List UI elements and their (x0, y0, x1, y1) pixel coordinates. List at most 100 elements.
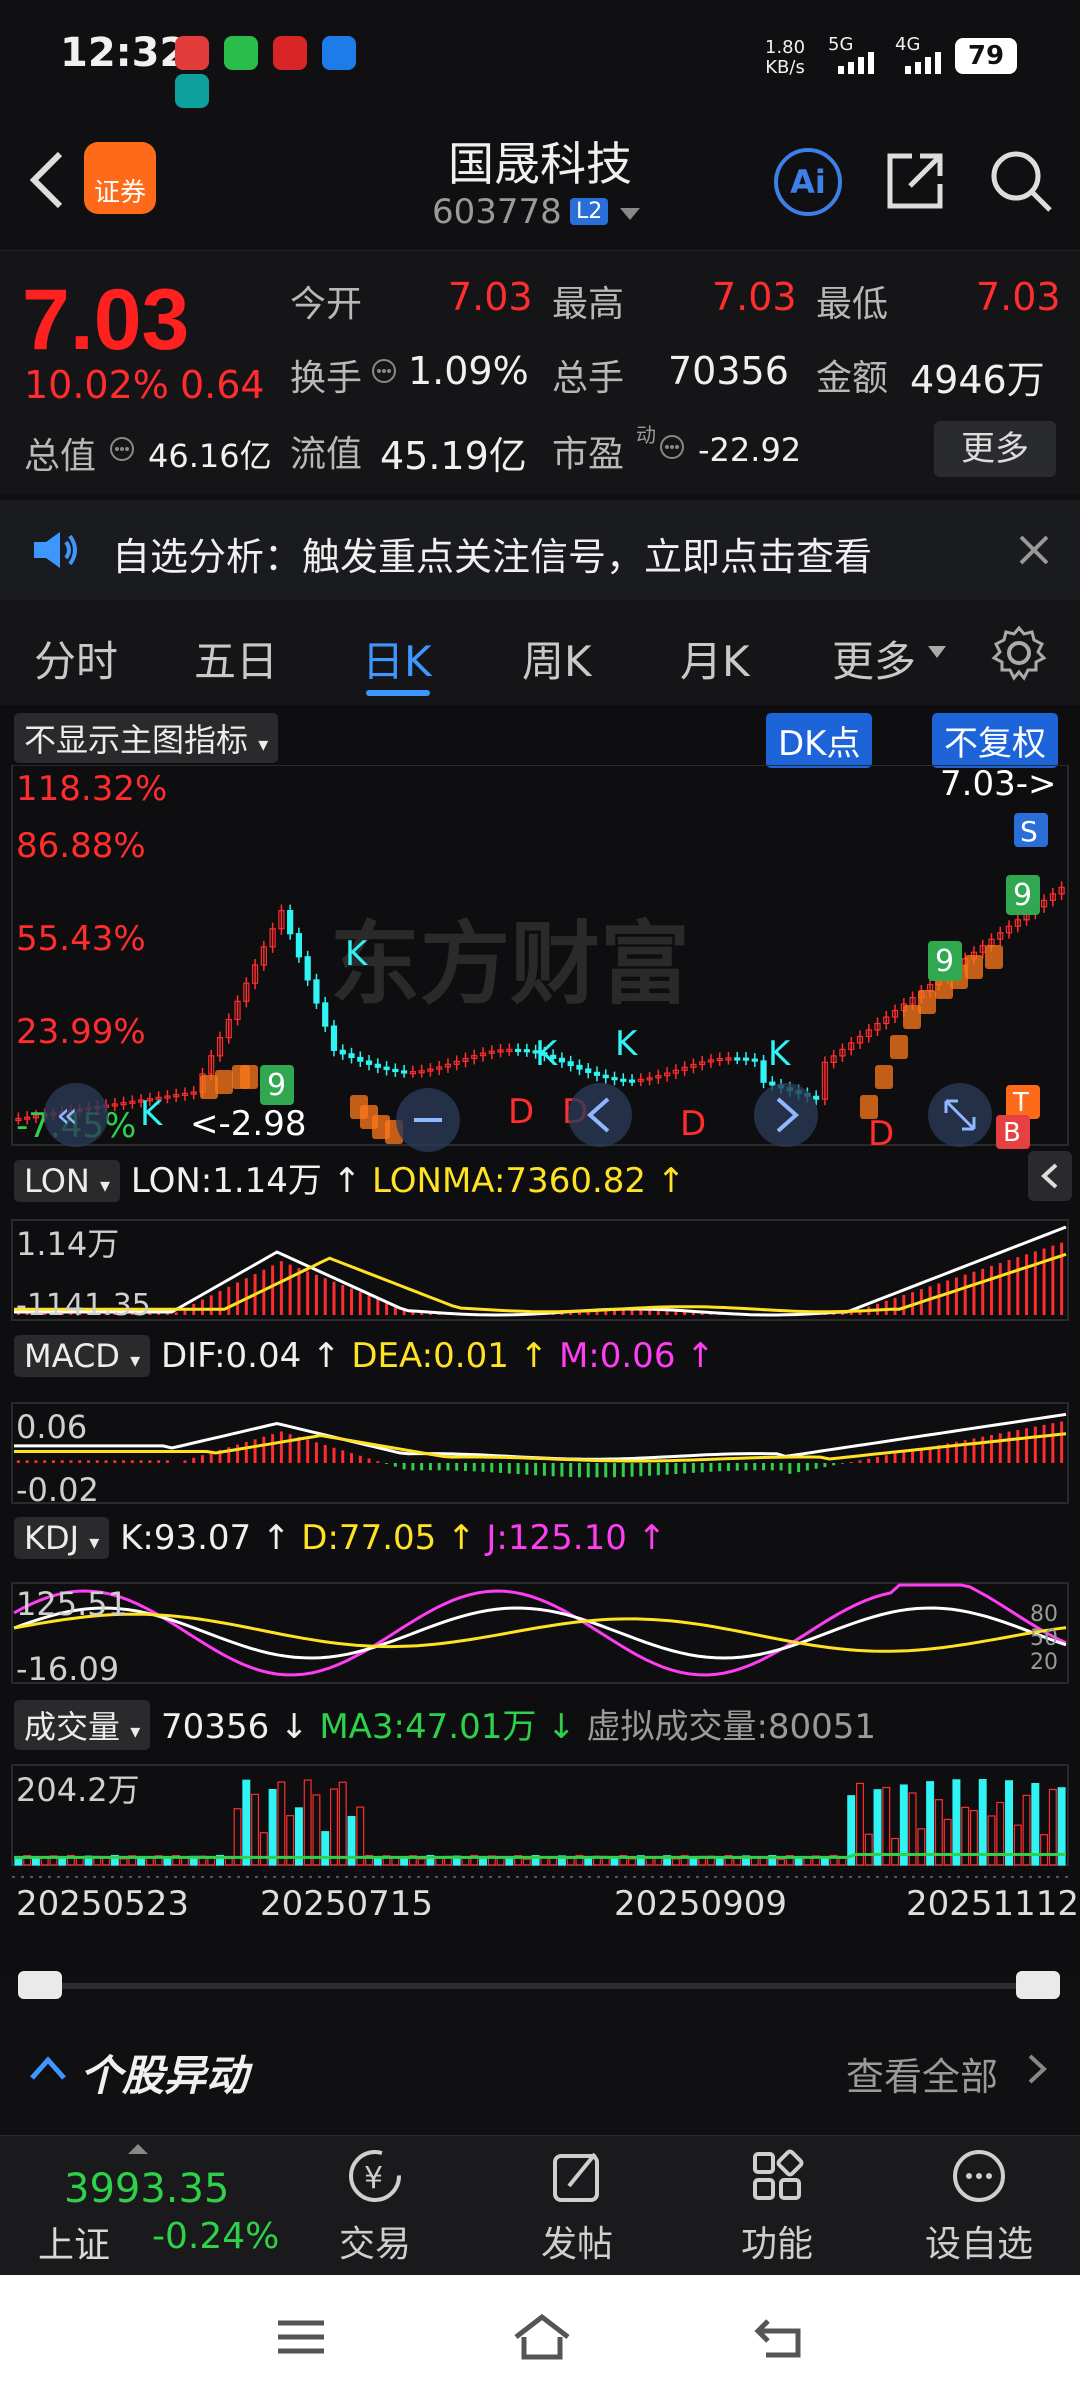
current-price: 7.03 (22, 272, 190, 368)
candle-body (401, 1070, 408, 1074)
volume-bar (969, 1809, 978, 1866)
back-nav-icon[interactable] (754, 2315, 808, 2361)
volume-bar (259, 1832, 268, 1866)
code-dropdown-icon[interactable] (620, 208, 640, 222)
volume-bar (207, 1857, 216, 1866)
candle-body (628, 1079, 636, 1083)
stock-movement-section[interactable]: 个股异动 查看全部 (0, 2020, 1080, 2120)
lon-ma-value: LONMA:7360.82 (372, 1161, 647, 1201)
trade-icon: ¥ (349, 2150, 401, 2202)
more-dropdown-icon[interactable] (928, 646, 946, 660)
vol-select[interactable]: 成交量 ▾ (14, 1700, 151, 1750)
index-change[interactable]: -0.24% (152, 2216, 279, 2257)
nine-badge-2-label: 9 (935, 944, 954, 979)
tab-weekly-k[interactable]: 周K (522, 628, 592, 689)
up-arrow-icon: ↑ (301, 1336, 352, 1376)
add-watchlist-nav[interactable]: 设自选 (914, 2146, 1044, 2267)
b-badge-label: B (1003, 1118, 1021, 1148)
scroll-right-icon[interactable] (754, 1083, 818, 1147)
volume-bar (303, 1779, 312, 1866)
candle-body (383, 1066, 390, 1071)
tab-more[interactable]: 更多 (832, 628, 916, 689)
menu-icon[interactable] (276, 2317, 326, 2357)
j-line (13, 1583, 1067, 1677)
candle-body (602, 1074, 609, 1079)
volume-bar (163, 1858, 172, 1866)
tab-monthly-k[interactable]: 月K (680, 628, 750, 689)
double-chevron-left-icon: « (56, 1095, 78, 1136)
candle-body (392, 1068, 399, 1073)
lon-select[interactable]: LON ▾ (14, 1160, 121, 1202)
volume-bar (330, 1788, 338, 1866)
mcap-label: 总值 (24, 436, 97, 477)
search-icon[interactable] (988, 148, 1054, 214)
more-button[interactable]: 更多 (934, 421, 1056, 477)
battery-icon: 79 (955, 38, 1017, 74)
notification-icons (175, 36, 405, 108)
kdj-select[interactable]: KDJ ▾ (14, 1517, 110, 1559)
candle-body (330, 1025, 338, 1051)
info-icon[interactable] (108, 435, 136, 463)
count-mark (240, 1065, 258, 1089)
adjust-button[interactable]: 不复权 (932, 713, 1058, 768)
view-all-link[interactable]: 查看全部 (846, 2046, 998, 2101)
candle-body (620, 1078, 627, 1082)
change-percent: 10.02% (24, 363, 169, 407)
kdj-k: K:93.07 (120, 1518, 252, 1558)
kdj-top-scale: 125.51 (16, 1585, 128, 1623)
tab-daily-k[interactable]: 日K (362, 628, 432, 689)
kdj-d: D:77.05 (301, 1518, 437, 1558)
candle-body (769, 1081, 776, 1086)
candle-body (514, 1048, 522, 1053)
tab-5day[interactable]: 五日 (194, 628, 278, 689)
signal-banner[interactable]: 自选分析：触发重点关注信号，立即点击查看 (0, 500, 1080, 600)
range-slider-track[interactable] (20, 1983, 1060, 1989)
volume-bar (1040, 1834, 1049, 1866)
dropdown-arrow-icon: ▾ (258, 732, 269, 756)
adjust-label: 不复权 (932, 713, 1058, 768)
volume-bar (838, 1857, 847, 1866)
chevron-up-icon (30, 2056, 66, 2080)
candle-body (304, 956, 311, 981)
home-icon[interactable] (512, 2311, 572, 2363)
index-name[interactable]: 上证 (38, 2216, 110, 2268)
function-nav[interactable]: 功能 (712, 2146, 842, 2267)
settings-gear-icon[interactable] (990, 624, 1048, 682)
wechat-icon (224, 36, 259, 70)
range-slider-right-handle[interactable] (1016, 1971, 1060, 1999)
amount-value: 4946万 (910, 358, 1045, 402)
candle-body (523, 1049, 530, 1053)
scroll-left-icon[interactable] (568, 1083, 632, 1147)
section-title: 个股异动 (80, 2051, 249, 2100)
share-icon[interactable] (882, 148, 948, 214)
volume-bar (943, 1818, 952, 1866)
tab-intraday[interactable]: 分时 (34, 628, 118, 689)
ai-button[interactable]: Ai (774, 148, 842, 216)
volume-bar (479, 1857, 487, 1866)
d-marker-3: D (680, 1104, 706, 1144)
close-icon[interactable] (1018, 534, 1050, 566)
mcap-value: 46.16亿 (148, 437, 272, 475)
low-price-marker: <-2.98 (190, 1104, 306, 1144)
collapse-panel-button[interactable] (1028, 1151, 1072, 1201)
kline-chart-area[interactable]: 不显示主图指标 ▾ DK点 不复权 东方财富 118.32% 86.88% 55… (0, 705, 1080, 1999)
pe-superscript: 动 (636, 423, 656, 447)
kdj-j: J:125.10 (486, 1518, 627, 1558)
trade-nav[interactable]: ¥ 交易 (310, 2146, 440, 2267)
post-nav[interactable]: 发帖 (512, 2146, 642, 2267)
app-notify-icon (175, 36, 209, 70)
scale-4: 23.99% (16, 1012, 146, 1052)
turnover-info-icon[interactable] (370, 357, 398, 385)
range-slider-left-handle[interactable] (18, 1971, 62, 1999)
index-value[interactable]: 3993.35 (64, 2166, 229, 2212)
up-arrow-icon: ↑ (675, 1336, 715, 1376)
level-badge[interactable]: L2 (570, 198, 609, 225)
indicator-select[interactable]: 不显示主图指标 ▾ (14, 713, 279, 763)
period-tabs: 分时 五日 日K 周K 月K 更多 (0, 600, 1080, 705)
k-marker-3: K (615, 1024, 639, 1064)
up-arrow-icon: ↑ (251, 1518, 302, 1558)
dk-point-button[interactable]: DK点 (766, 713, 873, 768)
status-time: 12:32 (60, 30, 188, 76)
pe-info-icon[interactable] (658, 433, 686, 461)
macd-select[interactable]: MACD ▾ (14, 1335, 151, 1377)
